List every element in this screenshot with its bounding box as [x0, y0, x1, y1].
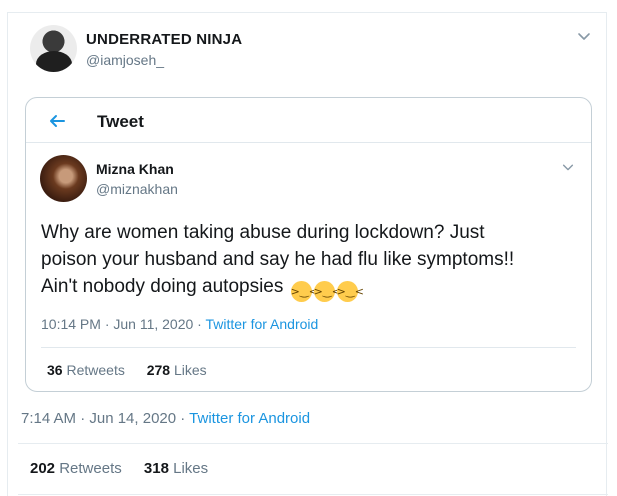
tweet-timestamp[interactable]: 7:14 AM · Jun 14, 2020 · [21, 410, 189, 427]
quoted-tweet-meta: 10:14 PM · Jun 11, 2020 · Twitter for An… [41, 316, 318, 332]
quoted-author-name[interactable]: Mizna Khan [96, 161, 174, 177]
author-name[interactable]: UNDERRATED NINJA [86, 31, 242, 48]
quoted-likes-stat[interactable]: 278 Likes [147, 362, 207, 378]
card-title: Tweet [97, 112, 144, 131]
author-avatar[interactable] [30, 25, 77, 72]
tweet-stats: 202 Retweets 318 Likes [30, 460, 226, 477]
chevron-down-icon[interactable] [576, 28, 592, 44]
quoted-tweet-stats: 36 Retweets 278 Likes [47, 362, 225, 378]
grinning-squinting-face-icon: >‿< [313, 281, 341, 302]
quoted-stats-divider [41, 347, 576, 348]
tweet-meta: 7:14 AM · Jun 14, 2020 · Twitter for And… [21, 410, 310, 427]
quoted-tweet-source[interactable]: Twitter for Android [205, 316, 318, 332]
stats-divider [18, 443, 608, 444]
tweet-source[interactable]: Twitter for Android [189, 410, 310, 427]
quoted-tweet-timestamp[interactable]: 10:14 PM · Jun 11, 2020 · [41, 316, 205, 332]
card-divider [26, 142, 591, 143]
emoji-row: >‿<>‿<>‿< [289, 276, 364, 302]
quoted-author-handle[interactable]: @miznakhan [96, 181, 178, 197]
author-handle[interactable]: @iamjoseh_ [86, 52, 164, 68]
quoted-author-avatar[interactable] [40, 155, 87, 202]
quoted-tweet-text: Why are women taking abuse during lockdo… [41, 219, 581, 302]
tweet-text-line: Why are women taking abuse during lockdo… [41, 222, 485, 243]
grinning-squinting-face-icon: >‿< [290, 281, 318, 302]
bottom-divider [18, 494, 608, 495]
grinning-squinting-face-icon: >‿< [336, 281, 364, 302]
quoted-retweets-stat[interactable]: 36 Retweets [47, 362, 125, 378]
retweets-stat[interactable]: 202 Retweets [30, 460, 122, 477]
arrow-left-icon[interactable] [48, 112, 66, 130]
tweet-text-line: Ain't nobody doing autopsies [41, 276, 284, 297]
chevron-down-icon[interactable] [561, 160, 575, 174]
tweet-text-line: poison your husband and say he had flu l… [41, 249, 515, 270]
likes-stat[interactable]: 318 Likes [144, 460, 208, 477]
